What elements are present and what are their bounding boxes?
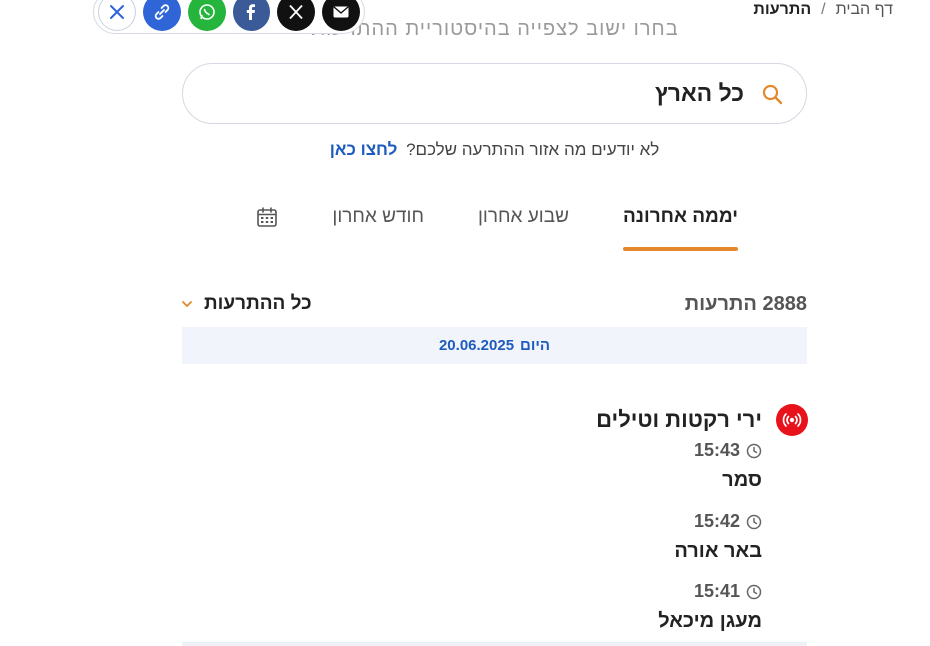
alert-time-value: 15:43 xyxy=(693,440,740,460)
alert-location: סמר xyxy=(722,469,762,491)
clock-icon xyxy=(746,584,762,599)
share-bar xyxy=(93,0,365,34)
calendar-icon xyxy=(257,207,278,227)
date-value: 20.06.2025 xyxy=(438,337,515,354)
alert-time: 15:41 xyxy=(658,581,762,602)
region-hint: לא יודעים מה אזור ההתרעה שלכם? לחצו כאן xyxy=(182,140,807,160)
x-share-button[interactable] xyxy=(277,0,316,31)
divider xyxy=(182,642,807,646)
alert-type-filter[interactable]: כל ההתרעות xyxy=(180,293,312,315)
alert-item: 15:43 סמר xyxy=(694,440,762,492)
alert-time: 15:43 xyxy=(694,440,762,461)
alert-location: מעגן מיכאל xyxy=(658,610,762,632)
alert-item: 15:42 באר אורה xyxy=(674,511,762,563)
copy-link-button[interactable] xyxy=(142,0,181,31)
search-icon[interactable] xyxy=(760,82,784,106)
hint-text: לא יודעים מה אזור ההתרעה שלכם? xyxy=(406,140,660,159)
date-header: היום 20.06.2025 xyxy=(182,327,807,364)
mail-icon xyxy=(333,6,349,18)
breadcrumb: דף הבית / התרעות xyxy=(753,0,893,20)
alerts-count: 2888 התרעות xyxy=(684,293,807,315)
breadcrumb-current: התרעות xyxy=(753,1,812,18)
tab-last-day[interactable]: יממה אחרונה xyxy=(622,196,739,252)
alert-time-value: 15:42 xyxy=(693,511,740,531)
alerts-page: דף הבית / התרעות בחרו ישוב לצפייה בהיסטו… xyxy=(0,0,930,646)
broadcast-icon xyxy=(782,413,802,427)
alert-time: 15:42 xyxy=(674,511,762,532)
whatsapp-share-button[interactable] xyxy=(187,0,226,31)
tab-last-week[interactable]: שבוע אחרון xyxy=(478,196,569,252)
whatsapp-icon xyxy=(198,4,215,20)
alert-time-value: 15:41 xyxy=(693,581,740,601)
time-range-tabs: יממה אחרונה שבוע אחרון חודש אחרון xyxy=(256,196,739,252)
clock-icon xyxy=(746,514,762,529)
tab-last-month[interactable]: חודש אחרון xyxy=(332,196,424,252)
close-share-button[interactable] xyxy=(98,0,136,31)
x-icon xyxy=(289,4,303,20)
tab-calendar[interactable] xyxy=(256,196,278,252)
close-icon xyxy=(109,5,124,19)
email-share-button[interactable] xyxy=(322,0,360,31)
alert-badge xyxy=(776,404,808,436)
alert-group-header: ירי רקטות וטילים xyxy=(596,404,808,436)
alert-group-title: ירי רקטות וטילים xyxy=(596,407,762,432)
alert-item: 15:41 מעגן מיכאל xyxy=(658,581,762,633)
breadcrumb-home[interactable]: דף הבית xyxy=(836,1,893,19)
facebook-share-button[interactable] xyxy=(232,0,271,31)
filter-label: כל ההתרעות xyxy=(204,293,312,314)
breadcrumb-separator: / xyxy=(821,1,826,18)
chevron-down-icon xyxy=(182,301,192,308)
link-icon xyxy=(154,4,169,20)
hint-link[interactable]: לחצו כאן xyxy=(330,140,398,159)
clock-icon xyxy=(746,443,762,458)
search-input[interactable] xyxy=(224,80,744,107)
alert-location: באר אורה xyxy=(674,540,762,562)
facebook-icon xyxy=(247,4,256,20)
location-search[interactable] xyxy=(182,63,807,124)
date-day-label: היום xyxy=(520,337,551,354)
